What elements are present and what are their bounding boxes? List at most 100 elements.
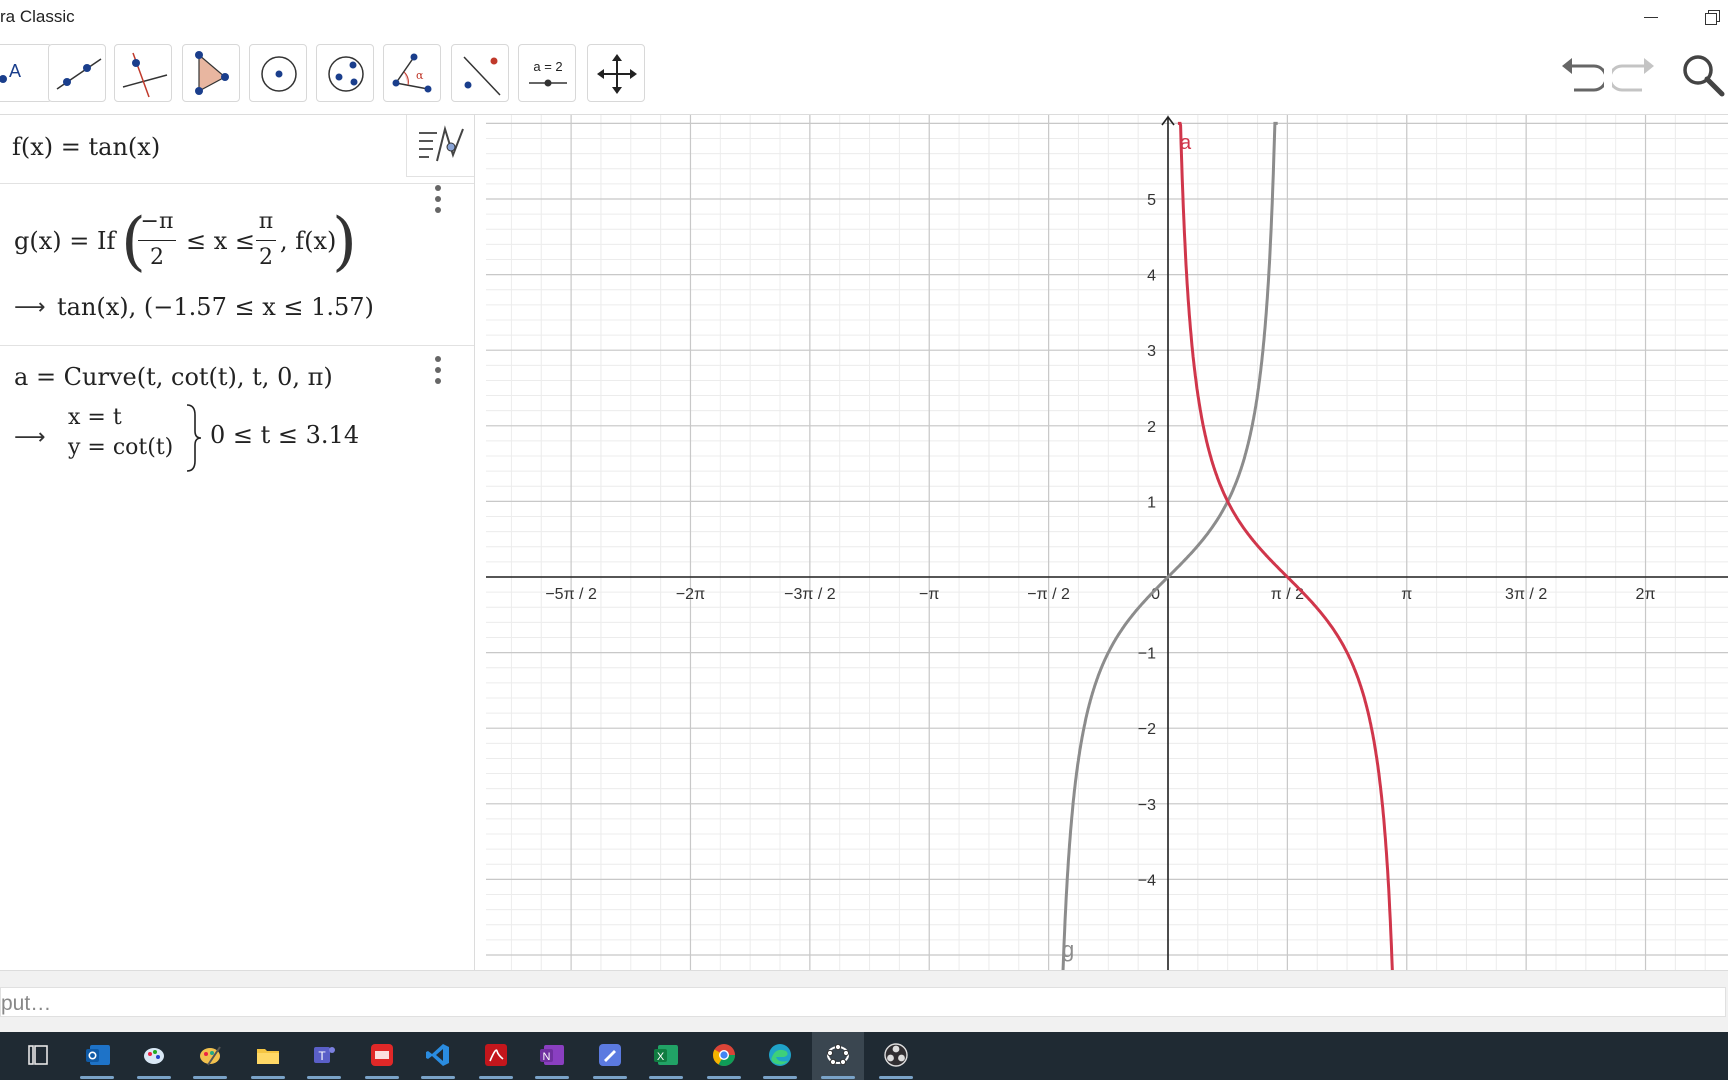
frac2-denominator: 2 <box>259 245 273 270</box>
edge-icon[interactable] <box>768 1043 792 1067</box>
svg-text:N: N <box>543 1051 551 1063</box>
y-tick-label: 5 <box>1147 192 1156 209</box>
algebra-menu-button-a[interactable] <box>433 356 443 386</box>
tool-circle-button[interactable] <box>249 44 307 102</box>
y-tick-label: 4 <box>1147 268 1156 285</box>
minimize-button[interactable] <box>1630 4 1670 30</box>
tool-move-graphic-icon[interactable]: A <box>0 44 52 102</box>
taskbar-running-indicator <box>821 1076 855 1079</box>
tool-perpendicular-button[interactable] <box>114 44 172 102</box>
algebra-definition-a[interactable]: a = Curve(t, cot(t), t, 0, π) <box>14 363 333 391</box>
tool-circle-three-points-button[interactable] <box>316 44 374 102</box>
algebra-result-a-range: 0 ≤ t ≤ 3.14 <box>210 421 360 449</box>
tool-line-button[interactable] <box>48 44 106 102</box>
y-tick-label: −3 <box>1138 797 1156 814</box>
y-tick-label: −1 <box>1138 646 1156 663</box>
x-tick-label: −2π <box>676 586 705 603</box>
x-tick-label: 3π / 2 <box>1505 586 1547 603</box>
svg-text:T: T <box>318 1049 326 1063</box>
taskbar-running-indicator <box>479 1076 513 1079</box>
y-tick-label: −2 <box>1138 721 1156 738</box>
move-arrows-icon <box>597 54 637 94</box>
grid-major <box>486 115 1728 970</box>
x-tick-label: −π / 2 <box>1027 586 1070 603</box>
slider-tool-label: a = 2 <box>533 59 562 74</box>
perpendicular-line-icon <box>122 52 168 98</box>
frac2-numerator: π <box>258 209 274 234</box>
tool-polygon-button[interactable] <box>182 44 240 102</box>
undo-icon[interactable] <box>1558 52 1604 96</box>
algebra-definition-g-tail: , f(x) <box>280 227 337 255</box>
redo-icon[interactable] <box>1612 52 1658 96</box>
file-explorer-icon[interactable] <box>256 1043 280 1067</box>
circle-three-points-icon <box>328 56 364 92</box>
frac2-bar <box>256 240 276 241</box>
result-arrow-icon: ⟶ <box>14 295 46 320</box>
chrome-icon[interactable] <box>712 1043 736 1067</box>
input-bar: put… <box>0 970 1728 1033</box>
algebra-definition-f[interactable]: f(x) = tan(x) <box>12 133 160 161</box>
curve-label-a[interactable]: a <box>1180 132 1192 154</box>
y-axis-tick-labels: 5 4 3 2 1 −1 −2 −3 −4 <box>1138 192 1156 889</box>
x-tick-label: 2π <box>1636 586 1656 603</box>
algebra-definition-g-args: ≤ x ≤ <box>186 227 256 255</box>
tool-angle-button[interactable]: α <box>383 44 441 102</box>
input-field[interactable]: put… <box>0 987 1726 1017</box>
tool-reflect-button[interactable] <box>451 44 509 102</box>
excel-icon[interactable]: X <box>654 1043 678 1067</box>
search-icon[interactable] <box>1680 52 1726 98</box>
brace-glyph <box>186 404 202 472</box>
graphics-canvas[interactable]: −5π / 2 −2π −3π / 2 −π −π / 20π / 2 π 3π / 2 2π… <box>486 115 1728 970</box>
algebra-row-a[interactable]: a = Curve(t, cot(t), t, 0, π) ⟶ x = t y … <box>0 345 474 490</box>
frac1-bar <box>138 240 176 241</box>
paint-icon[interactable] <box>142 1043 166 1067</box>
toolbar: A α a = 2 <box>0 34 1728 115</box>
reflect-line-icon <box>463 56 501 96</box>
taskbar-running-indicator <box>649 1076 683 1079</box>
algebra-result-a-x: x = t <box>68 405 122 430</box>
task-view-icon[interactable] <box>26 1043 50 1067</box>
y-tick-label: 3 <box>1147 343 1156 360</box>
algebra-row-g[interactable]: g(x) = If ( −π 2 ≤ x ≤ π 2 , f(x) ) ⟶ ta… <box>0 183 474 346</box>
tool-slider-button[interactable]: a = 2 <box>518 44 576 102</box>
acrobat-icon[interactable] <box>484 1043 508 1067</box>
algebra-result-a-y: y = cot(t) <box>68 435 174 460</box>
curve-label-g[interactable]: g <box>1062 937 1074 962</box>
svg-text:A: A <box>9 61 21 81</box>
x-axis-tick-labels: −5π / 2 −2π −3π / 2 −π −π / 20π / 2 π 3π / 2 2π <box>545 586 1655 603</box>
tool-move-view-button[interactable] <box>587 44 645 102</box>
y-tick-label: 2 <box>1147 419 1156 436</box>
algebra-definition-g-prefix[interactable]: g(x) = If <box>14 227 115 255</box>
algebra-menu-button-g[interactable] <box>433 185 443 215</box>
taskbar-running-indicator <box>421 1076 455 1079</box>
taskbar-running-indicator <box>763 1076 797 1079</box>
paint-3d-icon[interactable] <box>198 1043 222 1067</box>
outlook-icon[interactable] <box>86 1043 110 1067</box>
algebra-row-f[interactable]: f(x) = tan(x) <box>0 115 474 184</box>
algebra-view: f(x) = tan(x) g(x) = If ( −π 2 ≤ x ≤ π 2… <box>0 115 475 970</box>
grid-minor <box>486 115 1728 970</box>
geogebra-icon[interactable] <box>826 1043 850 1067</box>
taskbar-running-indicator <box>137 1076 171 1079</box>
right-paren-glyph: ) <box>332 205 357 279</box>
taskbar-running-indicator <box>593 1076 627 1079</box>
frac1-numerator: −π <box>140 209 174 234</box>
vscode-icon[interactable] <box>426 1043 450 1067</box>
x-tick-label: π <box>1401 586 1412 603</box>
angle-icon: α <box>392 53 432 93</box>
dictionary-icon[interactable] <box>370 1043 394 1067</box>
result-arrow-icon: ⟶ <box>14 425 46 450</box>
circle-center-icon <box>261 56 297 92</box>
restore-button[interactable] <box>1692 4 1728 30</box>
whiteboard-icon[interactable] <box>598 1043 622 1067</box>
obs-icon[interactable] <box>884 1043 908 1067</box>
graphics-view[interactable]: −5π / 2 −2π −3π / 2 −π −π / 20π / 2 π 3π / 2 2π… <box>486 115 1728 970</box>
line-icon <box>56 58 102 90</box>
svg-text:α: α <box>416 69 424 82</box>
polygon-icon <box>195 51 229 95</box>
taskbar-running-indicator <box>193 1076 227 1079</box>
algebra-style-button[interactable] <box>406 115 474 177</box>
x-tick-label: −3π / 2 <box>784 586 836 603</box>
teams-icon[interactable]: T <box>312 1043 336 1067</box>
onenote-icon[interactable]: N <box>540 1043 564 1067</box>
